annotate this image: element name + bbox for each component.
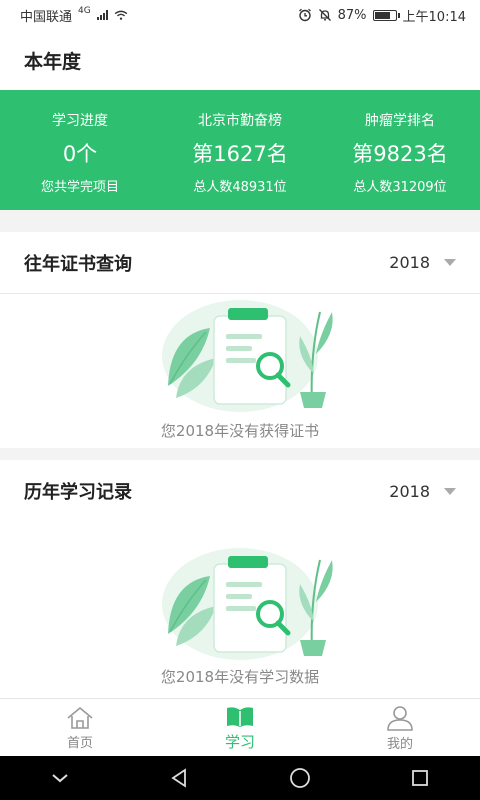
stat-label: 肿瘤学排名 (365, 113, 435, 129)
network-label: 4G (78, 6, 91, 16)
stats-panel: 学习进度 0个 您共学完项目 北京市勤奋榜 第1627名 总人数48931位 肿… (0, 90, 480, 210)
battery-percent: 87% (337, 7, 367, 23)
bottom-nav: 首页 学习 我的 (0, 698, 480, 757)
wifi-icon (114, 10, 128, 20)
history-year-select[interactable]: 2018 (389, 482, 456, 501)
alarm-icon (298, 8, 311, 22)
page-title: 本年度 (0, 30, 480, 90)
screen: 中国联通 4G 87% 上午10:14 本年度 学习进度 0个 您共学完项目 北… (0, 0, 480, 800)
back-icon[interactable] (169, 768, 189, 788)
nav-mine[interactable]: 我的 (320, 699, 480, 757)
clock: 上午10:14 (402, 9, 466, 25)
history-empty-text: 您2018年没有学习数据 (160, 668, 320, 686)
stat-label: 北京市勤奋榜 (198, 113, 282, 129)
recents-square-icon[interactable] (410, 768, 430, 788)
chevron-down-icon[interactable] (50, 771, 70, 785)
year-select-value: 2018 (389, 481, 430, 501)
stat-sub: 总人数48931位 (193, 180, 287, 195)
stat-value: 第9823名 (352, 142, 448, 166)
history-card: 历年学习记录 2018 您2018年没有学习数据 (0, 460, 480, 698)
nav-home[interactable]: 首页 (0, 699, 160, 757)
stat-label: 学习进度 (52, 113, 108, 129)
stat-sub: 您共学完项目 (40, 180, 119, 195)
book-icon (227, 706, 253, 727)
history-card-header: 历年学习记录 2018 (0, 460, 480, 522)
nav-label: 学习 (224, 732, 255, 751)
stat-sub: 总人数31209位 (353, 180, 447, 195)
empty-clipboard-illustration (162, 300, 333, 412)
signal-icon (96, 10, 108, 20)
certificate-year-select[interactable]: 2018 (389, 253, 456, 272)
home-circle-icon[interactable] (289, 767, 311, 789)
certificate-empty-text: 您2018年没有获得证书 (160, 422, 320, 440)
battery-icon (372, 9, 400, 21)
certificate-title: 往年证书查询 (24, 253, 132, 275)
stat-progress: 学习进度 0个 您共学完项目 (0, 90, 160, 210)
chevron-down-icon (444, 259, 456, 266)
status-left: 中国联通 4G (20, 6, 128, 25)
android-nav-bar (0, 756, 480, 800)
home-icon (67, 706, 93, 729)
nav-label: 我的 (386, 736, 413, 752)
status-bar: 中国联通 4G 87% 上午10:14 (0, 0, 480, 30)
certificate-card-header: 往年证书查询 2018 (0, 232, 480, 294)
nav-label: 首页 (66, 735, 93, 751)
chevron-down-icon (444, 487, 456, 495)
certificate-card: 往年证书查询 2018 您2018年没有获得证书 (0, 232, 480, 448)
stat-beijing-rank: 北京市勤奋榜 第1627名 总人数48931位 (160, 90, 320, 210)
stat-oncology-rank: 肿瘤学排名 第9823名 总人数31209位 (320, 90, 480, 210)
stat-value: 第1627名 (192, 142, 288, 166)
stat-value: 0个 (62, 142, 98, 166)
empty-clipboard-illustration (162, 548, 333, 660)
carrier-label: 中国联通 (20, 9, 73, 25)
mute-bell-icon (318, 9, 331, 21)
user-icon (387, 705, 413, 731)
status-right: 87% 上午10:14 (298, 6, 466, 25)
year-select-value: 2018 (389, 253, 430, 272)
nav-study[interactable]: 学习 (160, 699, 320, 757)
history-title: 历年学习记录 (24, 482, 132, 503)
